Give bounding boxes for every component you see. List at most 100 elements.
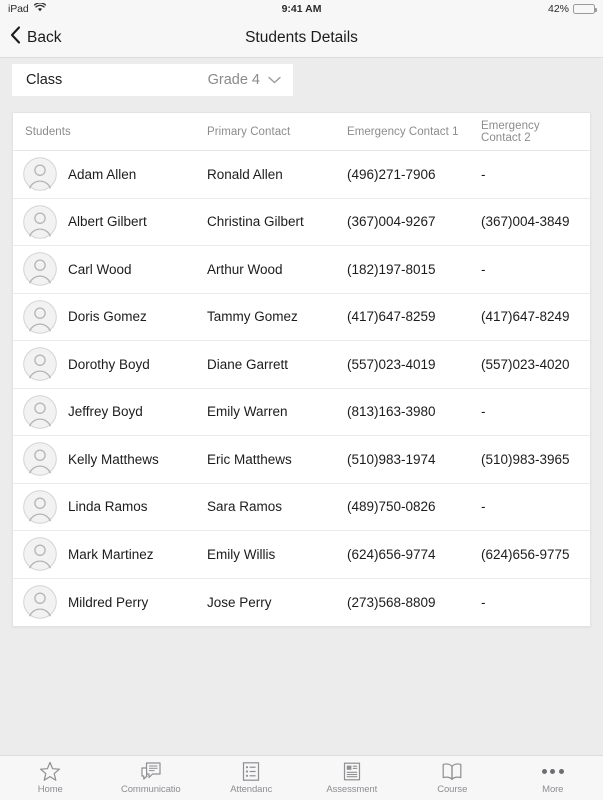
tab-course-label: Course	[437, 784, 468, 795]
battery-percent-label: 42%	[547, 3, 569, 15]
cell-student: Mark Martinez	[23, 537, 207, 572]
ellipsis-dot	[558, 768, 564, 774]
chat-bubbles-icon	[140, 760, 162, 782]
cell-emergency-contact-1: (624)656-9774	[347, 546, 436, 562]
table-row[interactable]: Kelly Matthews Eric Matthews (510)983-19…	[13, 436, 590, 484]
chevron-left-icon	[10, 26, 21, 49]
cell-emergency-contact-1: (273)568-8809	[347, 594, 436, 610]
cell-primary-contact: Eric Matthews	[207, 451, 292, 467]
status-bar-left: iPad	[8, 2, 46, 15]
ellipsis-icon	[541, 760, 564, 782]
tab-home-label: Home	[37, 784, 63, 795]
column-header-emergency-contact-2: Emergency Contact 2	[481, 119, 540, 144]
cell-primary-contact: Sara Ramos	[207, 499, 283, 515]
person-avatar-icon	[23, 299, 57, 334]
report-card-icon	[341, 760, 363, 782]
cell-student: Doris Gomez	[23, 299, 207, 334]
status-bar-right: 42%	[547, 3, 597, 15]
cell-emergency-contact-2: -	[481, 594, 486, 610]
cell-emergency-contact-1: (417)647-8259	[347, 309, 436, 325]
class-selector[interactable]: Class Grade 4	[12, 64, 293, 96]
cell-emergency-contact-2: (510)983-3965	[481, 451, 570, 467]
student-name: Mark Martinez	[68, 546, 154, 562]
table-row[interactable]: Jeffrey Boyd Emily Warren (813)163-3980 …	[13, 389, 590, 436]
tab-more-label: More	[542, 784, 564, 795]
table-row[interactable]: Albert Gilbert Christina Gilbert (367)00…	[13, 199, 590, 246]
cell-emergency-contact-2: (417)647-8249	[481, 309, 570, 325]
cell-emergency-contact-2: -	[481, 499, 486, 515]
table-row[interactable]: Dorothy Boyd Diane Garrett (557)023-4019…	[13, 341, 590, 389]
class-selector-label: Class	[26, 72, 63, 88]
tab-communication-label: Communicatio	[120, 784, 181, 795]
table-row[interactable]: Linda Ramos Sara Ramos (489)750-0826 -	[13, 484, 590, 531]
status-bar-time: 9:41 AM	[281, 3, 322, 15]
person-avatar-icon	[23, 442, 57, 477]
cell-primary-contact: Ronald Allen	[207, 166, 283, 182]
cell-student: Adam Allen	[23, 157, 207, 192]
page-title: Students Details	[245, 28, 358, 46]
ellipsis-dot	[541, 768, 547, 774]
student-name: Carl Wood	[68, 261, 132, 277]
chevron-down-icon	[268, 71, 281, 89]
table-row[interactable]: Mildred Perry Jose Perry (273)568-8809 -	[13, 579, 590, 627]
cell-student: Mildred Perry	[23, 585, 207, 620]
student-name: Adam Allen	[68, 166, 137, 182]
student-name: Doris Gomez	[68, 309, 147, 325]
cell-emergency-contact-2: (557)023-4020	[481, 356, 570, 372]
cell-primary-contact: Tammy Gomez	[207, 309, 298, 325]
table-row[interactable]: Adam Allen Ronald Allen (496)271-7906 -	[13, 151, 590, 199]
student-name: Dorothy Boyd	[68, 356, 150, 372]
tab-bar: Home Communicatio Attendanc Assessment C…	[0, 755, 603, 800]
student-name: Kelly Matthews	[68, 451, 159, 467]
student-name: Albert Gilbert	[68, 214, 147, 230]
student-name: Jeffrey Boyd	[68, 404, 143, 420]
cell-student: Linda Ramos	[23, 489, 207, 524]
column-header-primary-contact: Primary Contact	[207, 125, 291, 138]
battery-icon	[573, 4, 597, 14]
cell-emergency-contact-1: (813)163-3980	[347, 404, 436, 420]
back-button-label: Back	[27, 28, 62, 46]
cell-student: Albert Gilbert	[23, 204, 207, 239]
wifi-icon	[33, 2, 46, 15]
ellipsis-dot	[550, 768, 556, 774]
cell-emergency-contact-2: -	[481, 166, 486, 182]
person-avatar-icon	[23, 204, 57, 239]
cell-primary-contact: Jose Perry	[207, 594, 272, 610]
class-selector-value: Grade 4	[207, 72, 260, 88]
person-avatar-icon	[23, 394, 57, 429]
navigation-bar: Back Students Details	[0, 18, 603, 58]
cell-emergency-contact-1: (489)750-0826	[347, 499, 436, 515]
cell-emergency-contact-2: (624)656-9775	[481, 546, 570, 562]
status-bar: iPad 9:41 AM 42%	[0, 0, 603, 18]
cell-primary-contact: Arthur Wood	[207, 261, 283, 277]
tab-more[interactable]: More	[503, 760, 603, 795]
cell-emergency-contact-2: -	[481, 404, 486, 420]
tab-course[interactable]: Course	[402, 760, 503, 795]
tab-home[interactable]: Home	[0, 760, 101, 795]
cell-primary-contact: Christina Gilbert	[207, 214, 304, 230]
cell-student: Kelly Matthews	[23, 442, 207, 477]
cell-student: Jeffrey Boyd	[23, 394, 207, 429]
cell-emergency-contact-1: (510)983-1974	[347, 451, 436, 467]
cell-primary-contact: Emily Warren	[207, 404, 288, 420]
content-area: Class Grade 4 Students Primary Contact E…	[0, 59, 603, 755]
table-row[interactable]: Doris Gomez Tammy Gomez (417)647-8259 (4…	[13, 294, 590, 341]
class-selector-value-group: Grade 4	[208, 71, 281, 89]
tab-attendance-label: Attendanc	[230, 784, 273, 795]
table-row[interactable]: Carl Wood Arthur Wood (182)197-8015 -	[13, 246, 590, 294]
checklist-icon	[240, 760, 262, 782]
column-header-emergency-contact-1: Emergency Contact 1	[347, 125, 459, 138]
table-row[interactable]: Mark Martinez Emily Willis (624)656-9774…	[13, 531, 590, 579]
tab-attendance[interactable]: Attendanc	[201, 760, 302, 795]
back-button[interactable]: Back	[10, 26, 61, 49]
table-header-row: Students Primary Contact Emergency Conta…	[13, 113, 590, 151]
student-name: Mildred Perry	[68, 594, 149, 610]
person-avatar-icon	[23, 252, 57, 287]
person-avatar-icon	[23, 157, 57, 192]
cell-student: Carl Wood	[23, 252, 207, 287]
cell-emergency-contact-1: (367)004-9267	[347, 214, 436, 230]
cell-emergency-contact-1: (182)197-8015	[347, 261, 436, 277]
cell-emergency-contact-2: -	[481, 261, 486, 277]
tab-communication[interactable]: Communicatio	[101, 760, 202, 795]
tab-assessment[interactable]: Assessment	[302, 760, 403, 795]
